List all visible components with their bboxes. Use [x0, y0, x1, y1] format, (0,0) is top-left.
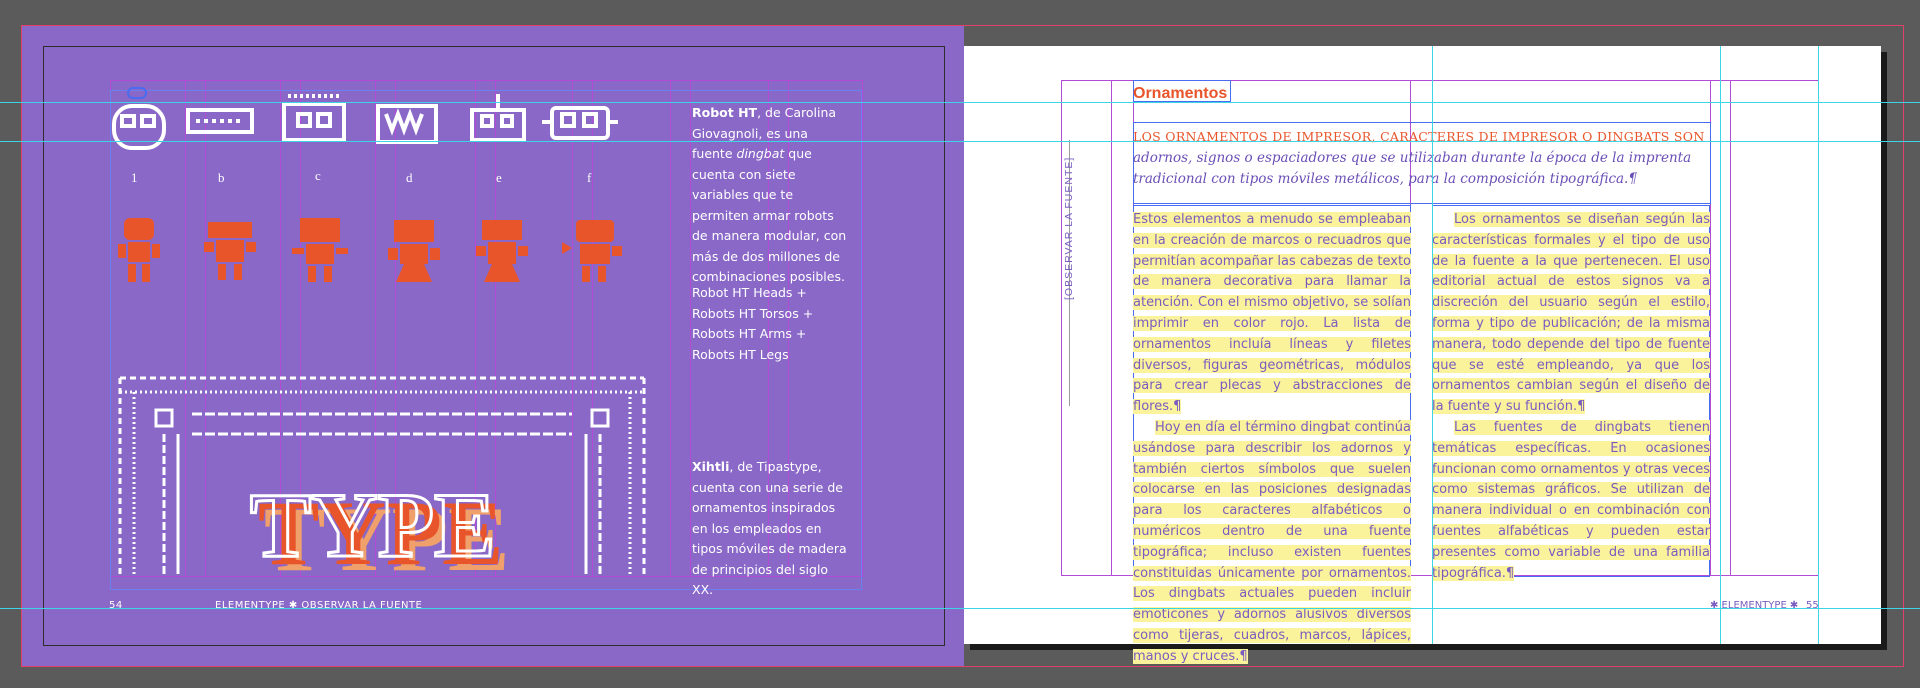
type-word: TYPE: [250, 474, 495, 576]
robot-heads-row: [112, 87, 618, 150]
column-2-text: Los ornamentos se diseñan según las cara…: [1432, 210, 1710, 584]
robot-label: b: [218, 170, 225, 185]
vertical-ruler-guide: [1432, 46, 1433, 644]
column-guide: [1730, 80, 1731, 576]
vertical-ruler-guide: [1720, 46, 1721, 644]
robot-ht-name: Robot HT: [692, 105, 758, 120]
lead-italic: adornos, signos o espaciadores que se ut…: [1133, 150, 1692, 187]
vertical-ruler-guide: [1818, 46, 1819, 644]
left-running-head: ELEMENTYPE ✱ OBSERVAR LA FUENTE: [215, 600, 423, 611]
robot-label: c: [315, 168, 321, 183]
horizontal-ruler-guide: [0, 141, 1920, 142]
right-running-head: ✱ ELEMENTYPE ✱: [1710, 600, 1799, 611]
right-folio-number: 55: [1806, 600, 1819, 611]
column-guide: [862, 80, 863, 576]
xihtli-name: Xihtli: [692, 459, 730, 474]
xihtli-description: Xihtli, de Tipastype, cuenta con una ser…: [692, 457, 852, 601]
lead-paragraph: LOS ORNAMENTOS DE IMPRESOR, CARACTERES D…: [1133, 126, 1713, 190]
robot-ht-description: Robot HT, de Carolina Giovagnoli, es una…: [692, 103, 848, 288]
horizontal-ruler-guide: [0, 608, 1920, 609]
column-2-paragraph-1: Los ornamentos se diseñan según las cara…: [1432, 212, 1710, 415]
robot-label: d: [406, 170, 413, 185]
robot-bodies-row: [118, 218, 622, 282]
column-2-paragraph-2: Las fuentes de dingbats tienen temáticas…: [1432, 419, 1710, 581]
horizontal-ruler-guide: [0, 102, 1920, 103]
robot-label: 1: [131, 170, 138, 185]
robot-ht-italic: dingbat: [736, 146, 785, 161]
robot-ht-text-2: que cuenta con siete variables que te pe…: [692, 146, 847, 284]
side-label: [OBSERVAR LA FUENTE]: [1063, 156, 1075, 300]
column-1-text: Estos elementos a menudo se empleaban en…: [1133, 210, 1411, 668]
ornament-frame-illustration: TYPE TYPE TYPE: [118, 376, 646, 578]
robot-label: f: [587, 170, 592, 185]
column-1-paragraph-2: Hoy en día el término dingbat continúa u…: [1133, 419, 1411, 664]
robot-label: e: [496, 170, 502, 185]
robot-ht-variants: Robot HT Heads + Robots HT Torsos + Robo…: [692, 285, 814, 362]
column-guide: [1111, 80, 1112, 576]
xihtli-text: , de Tipastype, cuenta con una serie de …: [692, 459, 847, 597]
left-folio-number: 54: [109, 600, 123, 611]
column-1-paragraph-1: Estos elementos a menudo se empleaban en…: [1133, 212, 1411, 415]
page-title: Ornamentos: [1133, 85, 1228, 102]
row-guide: [110, 80, 863, 81]
